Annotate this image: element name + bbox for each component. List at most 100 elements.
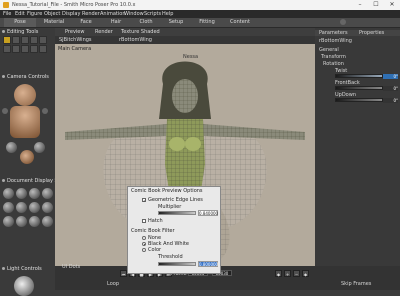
flat-shaded-style-icon[interactable]	[16, 202, 27, 213]
param-updown-dial[interactable]	[335, 98, 383, 102]
lit-wireframe-style-icon[interactable]	[3, 202, 14, 213]
minimize-button[interactable]: –	[352, 0, 368, 10]
actor-row: rBottomWing	[315, 38, 400, 44]
threshold-slider[interactable]	[158, 262, 196, 266]
keyframe-add-button[interactable]: +	[284, 270, 291, 277]
actor-dropdown[interactable]: rBottomWing	[319, 38, 352, 44]
dialog-title: Comic Book Preview Options	[131, 188, 203, 194]
camera-controls-label: Camera Controls	[7, 74, 49, 80]
parameters-panel: Parameters Properties rBottomWing Genera…	[315, 28, 400, 290]
maximize-button[interactable]: ☐	[368, 0, 384, 10]
param-twist-dial[interactable]	[335, 74, 383, 78]
menu-file[interactable]: File	[3, 11, 11, 17]
menu-figure[interactable]: Figure	[27, 11, 42, 17]
silhouette-style-icon[interactable]	[3, 188, 14, 199]
outline-style-icon[interactable]	[16, 188, 27, 199]
actor-menu[interactable]: rBottomWing	[119, 36, 152, 44]
room-tab-fitting[interactable]: Fitting	[192, 18, 222, 27]
rotate-tool-icon[interactable]	[12, 36, 20, 44]
right-hand-camera-icon[interactable]	[42, 108, 48, 114]
room-tab-content[interactable]: Content	[224, 18, 256, 27]
param-frontback-value[interactable]: 0°	[383, 86, 398, 91]
loop-toggle[interactable]: Loop	[107, 281, 119, 287]
smooth-shaded-style-icon[interactable]	[16, 216, 27, 227]
group-transform[interactable]: Transform	[315, 54, 400, 60]
cartoon-style-icon[interactable]	[42, 202, 53, 213]
filter-bw-radio[interactable]	[142, 242, 146, 246]
menu-object[interactable]: Object	[44, 11, 60, 17]
filter-none-radio[interactable]	[142, 236, 146, 240]
keyframe-remove-button[interactable]: −	[293, 270, 300, 277]
light-sphere-icon[interactable]	[14, 276, 34, 296]
menu-scripts[interactable]: Scripts	[144, 11, 161, 17]
rotate-camera-icon[interactable]	[34, 142, 45, 153]
tab-parameters[interactable]: Parameters	[319, 30, 348, 36]
param-frontback-dial[interactable]	[335, 86, 383, 90]
edge-lines-checkbox[interactable]: ✓	[142, 198, 146, 203]
room-tab-pose[interactable]: Pose	[4, 18, 36, 27]
camera-head-icon[interactable]	[14, 84, 36, 106]
document-display-title: Document Display S	[2, 178, 58, 184]
menu-render[interactable]: Render	[82, 11, 100, 17]
taper-tool-icon[interactable]	[3, 45, 11, 53]
keyframe-next-button[interactable]: ◆	[302, 270, 309, 277]
menu-help[interactable]: Help	[162, 11, 173, 17]
tab-properties[interactable]: Properties	[359, 30, 384, 36]
room-tab-material[interactable]: Material	[38, 18, 70, 27]
param-updown-value[interactable]: 0°	[383, 98, 398, 103]
select-tool-icon[interactable]	[3, 36, 11, 44]
left-panel: Editing Tools Camera Controls Document D…	[0, 28, 58, 296]
tab-preview[interactable]: Preview	[65, 28, 84, 36]
room-tabs: Pose Material Face Hair Cloth Setup Fitt…	[0, 18, 400, 28]
chain-break-tool-icon[interactable]	[12, 45, 20, 53]
document-display-label: Document Display S	[7, 178, 58, 184]
multiplier-value[interactable]: 0.840000	[198, 210, 218, 216]
room-tab-cloth[interactable]: Cloth	[132, 18, 160, 27]
scale-tool-icon[interactable]	[39, 36, 47, 44]
color-tool-icon[interactable]	[21, 45, 29, 53]
figure-menu[interactable]: SJBitchWings	[59, 36, 92, 44]
tab-texture-shaded[interactable]: Texture Shaded	[121, 28, 160, 36]
animation-controls: ⏮ ◀ ■ ▶ ▶ ⏭ Frame 00001 00030 ◆ + − ◆ Lo…	[55, 266, 400, 290]
menu-bar: File Edit Figure Object Display Render A…	[0, 10, 400, 18]
menu-display[interactable]: Display	[62, 11, 80, 17]
grouping-tool-icon[interactable]	[30, 45, 38, 53]
skip-frames-toggle[interactable]: Skip Frames	[341, 281, 371, 287]
flat-lined-style-icon[interactable]	[29, 202, 40, 213]
morph-tool-icon[interactable]	[39, 45, 47, 53]
threshold-label: Threshold	[158, 254, 183, 260]
room-tab-setup[interactable]: Setup	[162, 18, 190, 27]
hidden-line-style-icon[interactable]	[42, 188, 53, 199]
room-tab-face[interactable]: Face	[72, 18, 100, 27]
filter-color-radio[interactable]	[142, 248, 146, 252]
trackball-icon[interactable]	[6, 142, 17, 153]
hatch-checkbox[interactable]	[142, 219, 146, 223]
left-hand-camera-icon[interactable]	[2, 108, 8, 114]
ui-dots-title: UI Dots	[62, 264, 81, 270]
tab-render[interactable]: Render	[95, 28, 113, 36]
keyframe-prev-button[interactable]: ◆	[275, 270, 282, 277]
group-rotation[interactable]: Rotation	[315, 61, 400, 67]
go-to-start-button[interactable]: ⏮	[120, 270, 127, 277]
menu-edit[interactable]: Edit	[15, 11, 25, 17]
room-tab-hair[interactable]: Hair	[102, 18, 130, 27]
texture-shaded-style-icon[interactable]	[42, 216, 53, 227]
panel-tabs: Parameters Properties	[315, 30, 400, 36]
menu-animation[interactable]: Animation	[100, 11, 126, 17]
camera-body-icon[interactable]	[10, 106, 40, 138]
menu-window[interactable]: Window	[124, 11, 144, 17]
group-general[interactable]: General	[315, 47, 400, 53]
translate-tool-icon[interactable]	[30, 36, 38, 44]
help-icon[interactable]	[340, 19, 346, 25]
camera-sphere-icon[interactable]	[20, 150, 34, 164]
smooth-lined-style-icon[interactable]	[29, 216, 40, 227]
viewport-actor-bar: SJBitchWings rBottomWing	[55, 36, 315, 44]
multiplier-slider[interactable]	[158, 211, 196, 215]
multiplier-label: Multiplier	[158, 204, 182, 210]
twist-tool-icon[interactable]	[21, 36, 29, 44]
wireframe-style-icon[interactable]	[29, 188, 40, 199]
threshold-value[interactable]: 0.800000	[198, 261, 218, 267]
cartoon-lines-style-icon[interactable]	[3, 216, 14, 227]
close-button[interactable]: ✕	[384, 0, 400, 10]
param-twist-value[interactable]: 0°	[383, 74, 398, 79]
